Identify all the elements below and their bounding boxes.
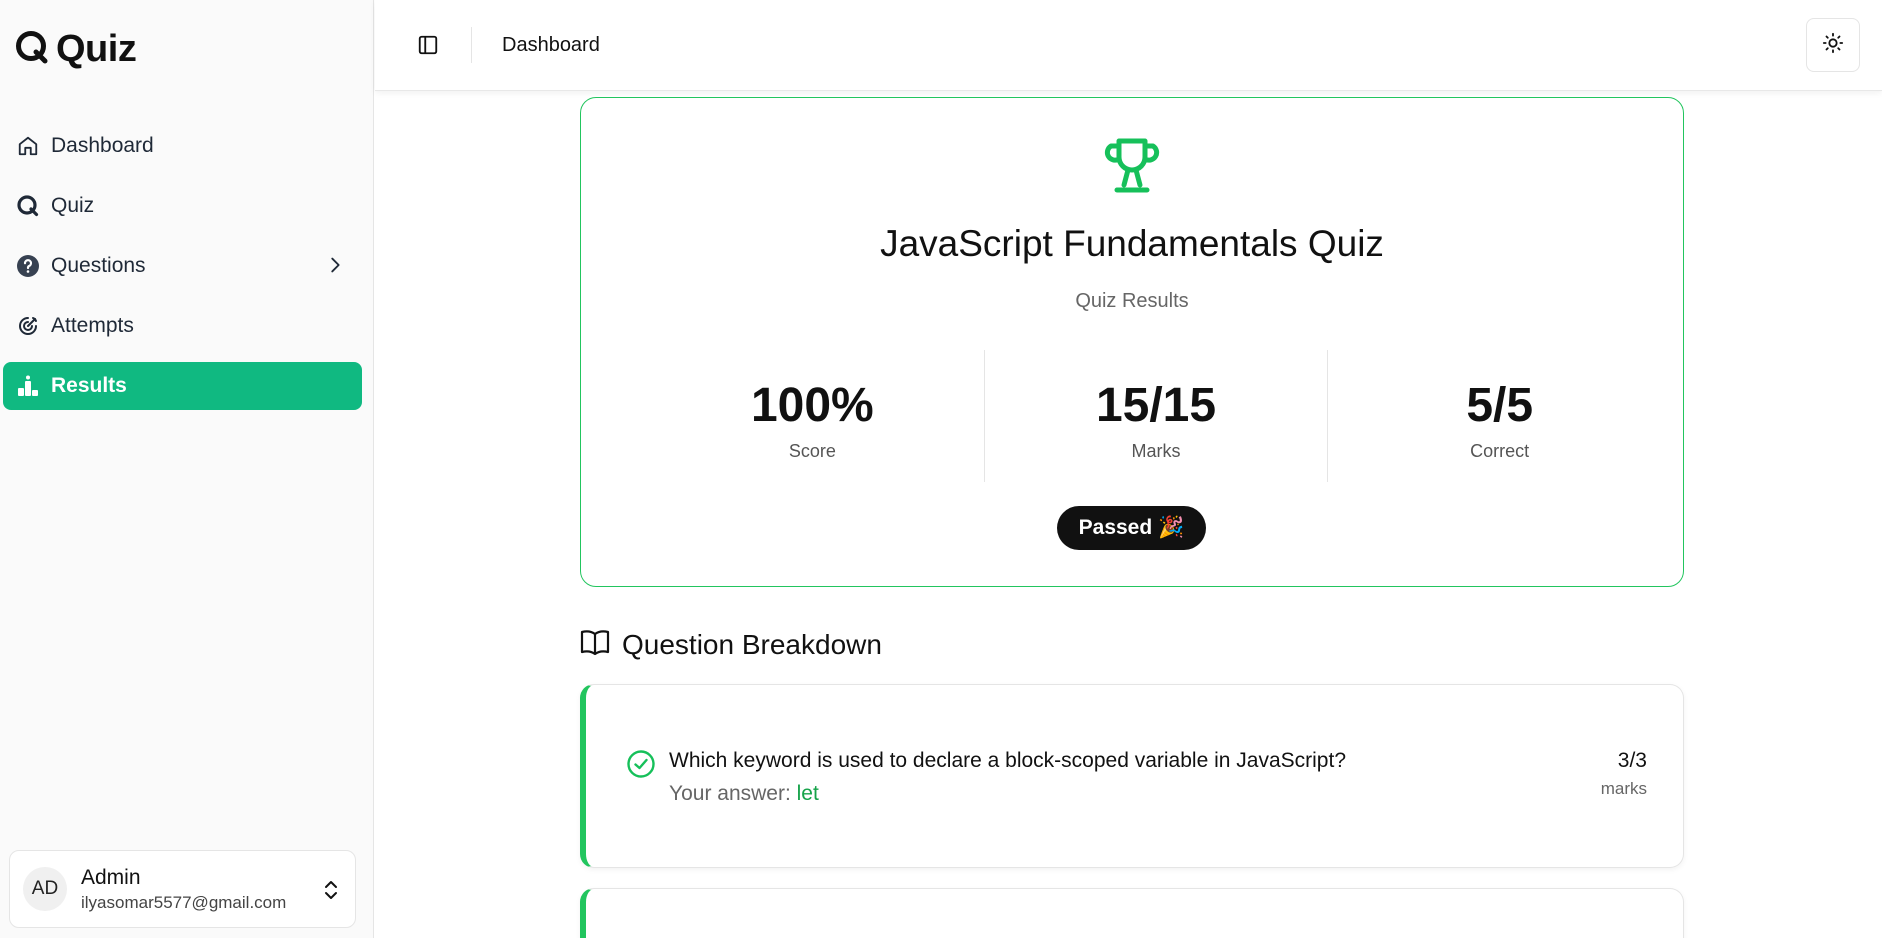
breakdown-heading: Question Breakdown bbox=[580, 628, 882, 661]
question-marks: 3/3 marks bbox=[1601, 749, 1647, 799]
sun-icon bbox=[1822, 32, 1844, 59]
marks-value: 3/3 bbox=[1617, 749, 1647, 772]
stats-row: 100% Score 15/15 Marks 5/5 Correct bbox=[641, 350, 1671, 482]
question-card[interactable] bbox=[580, 888, 1684, 938]
quiz-result-card: JavaScript Fundamentals Quiz Quiz Result… bbox=[580, 97, 1684, 587]
stat-value: 15/15 bbox=[1095, 379, 1217, 432]
chevrons-up-down-icon[interactable] bbox=[321, 878, 341, 907]
stat-label: Score bbox=[788, 441, 836, 461]
answer-value: let bbox=[796, 782, 819, 805]
sidebar-item-quiz[interactable]: Quiz bbox=[3, 182, 362, 230]
status-text: Passed bbox=[1078, 516, 1153, 539]
sidebar-item-label: Attempts bbox=[51, 314, 134, 337]
sidebar-item-label: Questions bbox=[51, 254, 146, 277]
header-divider bbox=[471, 27, 472, 63]
question-answer: Your answer: let bbox=[669, 782, 819, 806]
theme-toggle-button[interactable] bbox=[1806, 18, 1860, 72]
breakdown-title: Question Breakdown bbox=[622, 628, 882, 660]
sidebar-item-questions[interactable]: Questions bbox=[3, 242, 362, 290]
sidebar-item-label: Quiz bbox=[51, 194, 95, 217]
stat-marks: 15/15 Marks bbox=[983, 350, 1328, 482]
sidebar-toggle-icon[interactable] bbox=[415, 32, 441, 58]
stat-label: Correct bbox=[1470, 441, 1530, 461]
quiz-title: JavaScript Fundamentals Quiz bbox=[880, 223, 1384, 264]
sidebar-item-label: Dashboard bbox=[51, 134, 154, 157]
trophy-icon bbox=[1102, 135, 1162, 200]
chevron-right-icon[interactable] bbox=[324, 254, 346, 281]
sidebar-item-results[interactable]: Results bbox=[3, 362, 362, 410]
quiz-subtitle: Quiz Results bbox=[1075, 290, 1189, 312]
question-card[interactable]: Which keyword is used to declare a block… bbox=[580, 684, 1684, 868]
stat-value: 100% bbox=[750, 379, 874, 432]
sidebar: Quiz Dashboard Quiz Questions Attempts R… bbox=[0, 0, 374, 938]
sidebar-nav: Dashboard Quiz Questions Attempts Result… bbox=[3, 122, 362, 422]
user-email: ilyasomar5577@gmail.com bbox=[81, 892, 287, 912]
home-icon bbox=[15, 133, 41, 159]
user-name: Admin bbox=[81, 865, 141, 889]
stat-score: 100% Score bbox=[641, 350, 984, 482]
status-badge: Passed 🎉 bbox=[1057, 506, 1206, 550]
brand-name: Quiz bbox=[56, 28, 137, 70]
user-menu[interactable]: AD Admin ilyasomar5577@gmail.com bbox=[9, 850, 356, 928]
sidebar-item-label: Results bbox=[51, 374, 127, 397]
marks-label: marks bbox=[1600, 779, 1647, 798]
stat-value: 5/5 bbox=[1466, 379, 1534, 432]
stat-correct: 5/5 Correct bbox=[1327, 350, 1671, 482]
party-popper-icon: 🎉 bbox=[1158, 516, 1185, 539]
breadcrumb[interactable]: Dashboard bbox=[502, 34, 600, 57]
stat-label: Marks bbox=[1131, 441, 1181, 461]
avatar: AD bbox=[23, 867, 67, 911]
sidebar-item-attempts[interactable]: Attempts bbox=[3, 302, 362, 350]
brand[interactable]: Quiz bbox=[14, 28, 137, 71]
answer-prefix: Your answer: bbox=[669, 782, 797, 805]
user-info: Admin ilyasomar5577@gmail.com bbox=[81, 866, 286, 913]
question-circle-icon bbox=[15, 253, 41, 279]
top-header: Dashboard bbox=[375, 0, 1882, 91]
check-circle-icon bbox=[626, 749, 656, 784]
quiz-logo-icon bbox=[14, 29, 50, 70]
book-open-icon bbox=[580, 628, 610, 661]
sidebar-item-dashboard[interactable]: Dashboard bbox=[3, 122, 362, 170]
question-text: Which keyword is used to declare a block… bbox=[669, 749, 1346, 772]
target-icon bbox=[15, 313, 41, 339]
podium-icon bbox=[15, 373, 41, 399]
quiz-logo-icon bbox=[15, 193, 41, 219]
